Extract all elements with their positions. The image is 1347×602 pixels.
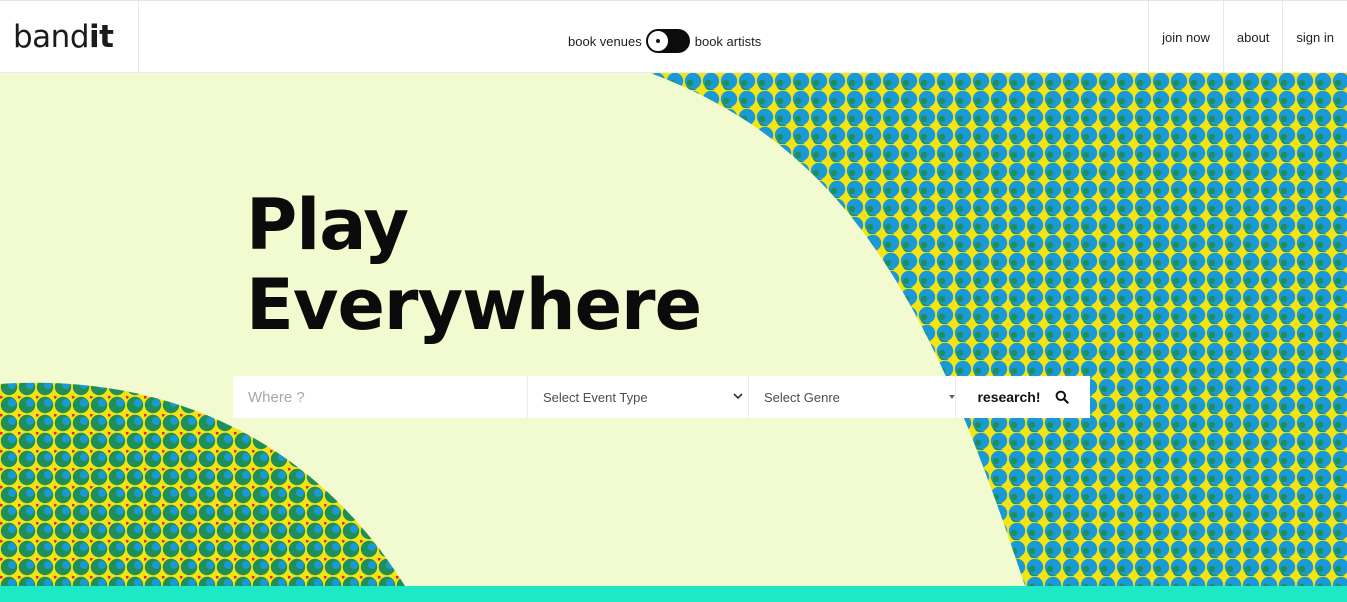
book-venues-label[interactable]: book venues (568, 34, 642, 49)
headline-line-play: Play (246, 184, 409, 266)
bandit-logo[interactable]: band it (0, 1, 139, 73)
pattern-shape-right (650, 73, 1347, 586)
book-artists-label[interactable]: book artists (695, 34, 761, 49)
booking-mode-switch: book venues book artists (568, 29, 761, 53)
research-button-label: research! (977, 389, 1041, 405)
search-icon (1055, 390, 1069, 404)
footer-accent-strip (0, 586, 1347, 602)
search-bar: Select Event Type Select Genre research! (233, 376, 1090, 418)
nav-sign-in[interactable]: sign in (1282, 1, 1347, 73)
research-button[interactable]: research! (955, 376, 1090, 418)
caret-down-icon (949, 395, 955, 399)
where-input[interactable] (233, 376, 527, 418)
top-navigation-bar: band it book venues book artists join now… (0, 0, 1347, 73)
logo-text-light: band (13, 19, 90, 55)
toggle-knob-icon (646, 30, 669, 52)
headline-line-everywhere: Everywhere (246, 264, 702, 346)
event-type-value: Select Event Type (543, 389, 648, 405)
chevron-down-icon (733, 393, 743, 400)
event-type-select[interactable]: Select Event Type (527, 376, 748, 418)
genre-select[interactable]: Select Genre (748, 376, 955, 418)
nav-about[interactable]: about (1222, 1, 1283, 73)
nav-join-now[interactable]: join now (1148, 1, 1223, 73)
logo-text-bold: it (89, 19, 114, 55)
genre-value: Select Genre (764, 389, 840, 405)
hero-headline: Play Everywhere (246, 184, 702, 346)
booking-mode-toggle[interactable] (645, 29, 690, 53)
header-nav: join now about sign in (1148, 1, 1347, 73)
